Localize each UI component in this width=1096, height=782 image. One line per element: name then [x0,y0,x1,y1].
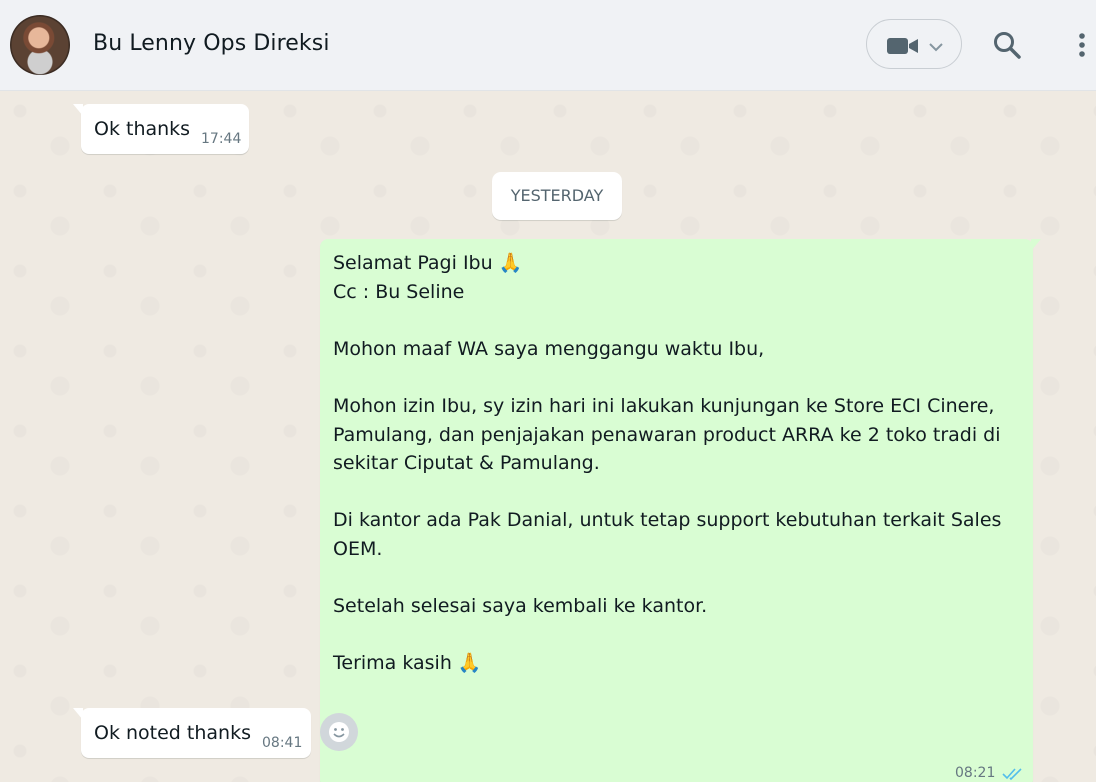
smiley-icon [320,722,358,755]
message-time: 08:41 [262,735,303,751]
message-text: Ok noted thanks [94,722,251,744]
message-list[interactable]: Ok thanks 17:44 YESTERDAY Selamat Pagi I… [0,91,1096,782]
read-ticks-icon [1002,766,1024,782]
message-time: 17:44 [201,131,242,147]
contact-name[interactable]: Bu Lenny Ops Direksi [93,31,330,56]
chevron-down-icon [929,39,943,57]
message-text: Ok thanks [94,118,191,140]
message-outgoing[interactable]: Selamat Pagi Ibu 🙏 Cc : Bu Seline Mohon … [320,239,1041,782]
message-incoming[interactable]: Ok thanks 17:44 [73,104,249,154]
search-icon[interactable] [992,30,1024,62]
video-call-button[interactable] [866,19,962,69]
react-button[interactable] [320,713,358,751]
bubble-tail [1031,239,1041,251]
message-time: 08:21 [955,765,996,781]
bubble-tail [73,708,83,720]
contact-avatar[interactable] [10,15,70,75]
chat-header: Bu Lenny Ops Direksi [0,0,1096,91]
day-separator: YESTERDAY [492,172,622,220]
message-text: Selamat Pagi Ibu 🙏 Cc : Bu Seline Mohon … [333,252,1002,675]
bubble-tail [73,104,83,116]
video-call-icon [887,37,919,60]
message-incoming[interactable]: Ok noted thanks 08:41 [73,708,311,758]
menu-icon[interactable] [1074,30,1090,62]
